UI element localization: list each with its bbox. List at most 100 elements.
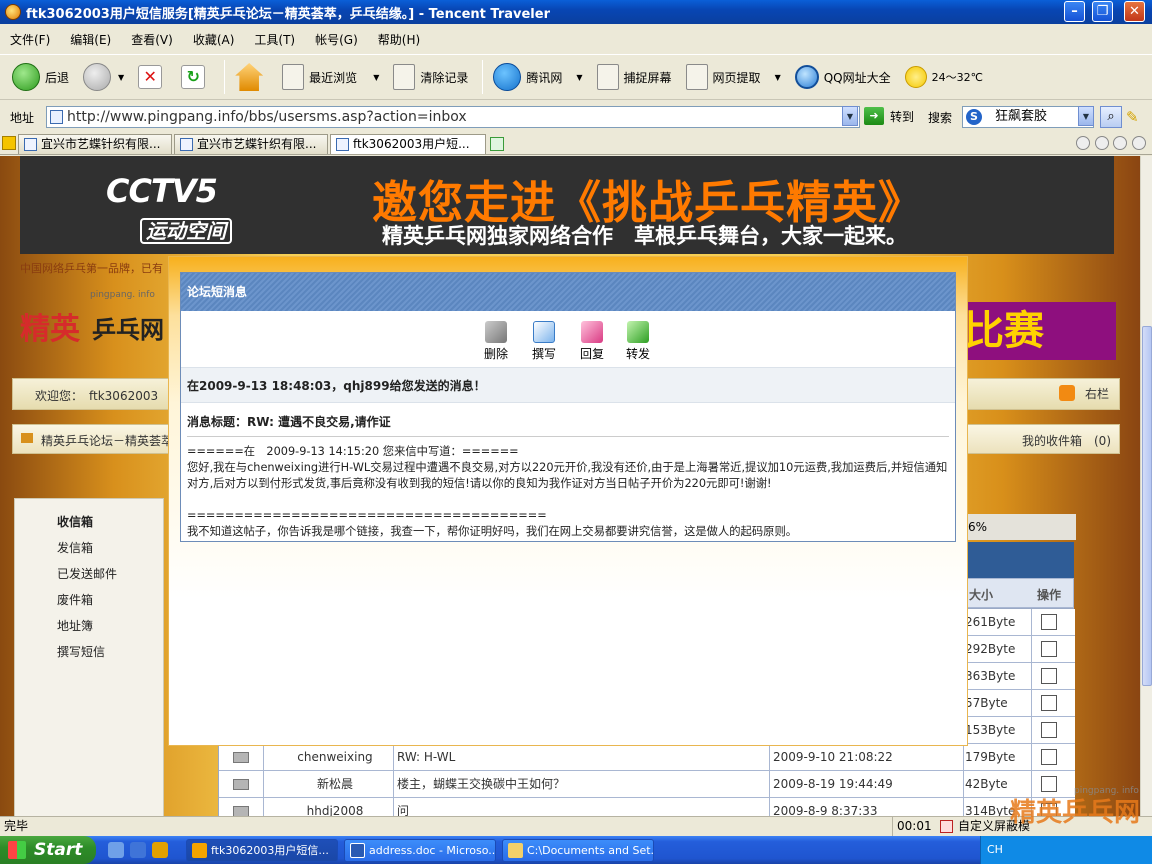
chevron-down-icon[interactable]: ▼ [775, 73, 781, 82]
tencent-button[interactable]: 腾讯网 ▼ [493, 63, 583, 91]
word-icon [350, 843, 365, 858]
taskbar-item-explorer[interactable]: C:\Documents and Set... [502, 839, 654, 862]
quicklaunch-desktop-icon[interactable] [108, 842, 124, 858]
weather-widget[interactable]: 24～32℃ [904, 66, 983, 88]
menu-tools[interactable]: 工具(T) [254, 31, 295, 48]
table-row[interactable]: 新松晨 楼主，蝴蝶王交换碳中王如何？ 2009-8-19 19:44:49 42… [219, 771, 1075, 798]
address-url: http://www.pingpang.info/bbs/usersms.asp… [67, 109, 467, 125]
right-column-link[interactable]: 右栏 [1085, 385, 1109, 402]
menu-favorites[interactable]: 收藏(A) [193, 31, 235, 48]
start-button[interactable]: Start [0, 836, 96, 864]
table-row[interactable]: chenweixing RW: H-WL 2009-9-10 21:08:22 … [219, 744, 1075, 771]
close-tab-icon[interactable]: ✕ [485, 137, 486, 151]
taskbar-item-browser[interactable]: ftk3062003用户短信... [186, 839, 338, 862]
sidebar-item-compose[interactable]: 撰写短信 [57, 643, 105, 660]
back-button[interactable]: 后退 [12, 63, 69, 91]
tab-back-icon[interactable] [1094, 136, 1109, 150]
message-sender-info: 在2009-9-13 18:48:03，qhj899给您发送的消息！ [181, 367, 955, 403]
search-dropdown[interactable]: ▼ [1078, 106, 1094, 126]
row-checkbox[interactable] [1041, 722, 1057, 738]
new-tab-icon[interactable] [490, 137, 504, 151]
row-subject[interactable]: RW: H-WL [397, 744, 767, 771]
row-checkbox[interactable] [1041, 614, 1057, 630]
row-checkbox[interactable] [1041, 749, 1057, 765]
menu-account[interactable]: 帐号(G) [315, 31, 358, 48]
qq-sites-label: QQ网址大全 [823, 70, 891, 85]
sidebar-item-outbox[interactable]: 发信箱 [57, 539, 93, 556]
menu-view[interactable]: 查看(V) [131, 31, 173, 48]
row-checkbox[interactable] [1041, 776, 1057, 792]
sms-sidebar: 收信箱 发信箱 已发送邮件 废件箱 地址簿 撰写短信 [14, 498, 164, 816]
menu-edit[interactable]: 编辑(E) [70, 31, 111, 48]
compose-button[interactable]: 撰写 [527, 321, 561, 362]
message-quote-footer: ====================================== [187, 509, 547, 522]
row-checkbox[interactable] [1041, 695, 1057, 711]
page-scrollbar[interactable] [1140, 156, 1152, 816]
capture-button[interactable]: 捕捉屏幕 [596, 64, 672, 90]
sidebar-item-trash[interactable]: 废件箱 [57, 591, 93, 608]
sidebar-item-sent[interactable]: 已发送邮件 [57, 565, 117, 582]
taskbar-item-word[interactable]: address.doc - Microso... [344, 839, 496, 862]
clear-label: 清除记录 [420, 70, 469, 85]
row-subject[interactable]: 问 [397, 798, 767, 816]
close-button[interactable]: ✕ [1124, 1, 1145, 22]
breadcrumb-link[interactable]: 精英乒乓论坛－精英荟萃 [41, 432, 173, 449]
recent-button[interactable]: 最近浏览 ▼ [282, 64, 379, 90]
banner-ad[interactable]: CCTV5 运动空间 邀您走进《挑战乒乓精英》 精英乒乓网独家网络合作 草根乒乓… [20, 156, 1114, 254]
row-checkbox[interactable] [1041, 641, 1057, 657]
menu-file[interactable]: 文件(F) [10, 31, 50, 48]
chevron-down-icon[interactable]: ▼ [373, 73, 379, 82]
home-button[interactable] [235, 63, 268, 91]
sidebar-item-addressbook[interactable]: 地址簿 [57, 617, 93, 634]
site-logo[interactable]: pingpang. info 精英 乒乓网 [20, 290, 166, 356]
minimize-button[interactable]: – [1064, 1, 1085, 22]
row-sender[interactable]: chenweixing [275, 744, 395, 771]
column-divider [1031, 609, 1032, 816]
go-button[interactable]: ➜ 转到 [864, 107, 914, 125]
row-subject[interactable]: 楼主，蝴蝶王交换碳中王如何？ [397, 771, 767, 798]
refresh-button[interactable]: ↻ [181, 65, 210, 89]
tab-1[interactable]: 宜兴市艺蝶针织有限... [18, 134, 172, 154]
menu-help[interactable]: 帮助(H) [378, 31, 420, 48]
my-inbox-link[interactable]: 我的收件箱 (0) [1022, 432, 1111, 449]
tab-label: ftk3062003用户短... [353, 137, 470, 151]
chevron-down-icon[interactable]: ▼ [576, 73, 582, 82]
tab-forward-icon[interactable] [1113, 136, 1128, 150]
row-sender[interactable]: 新松晨 [275, 771, 395, 798]
table-row[interactable]: hhdj2008 问 2009-8-9 8:37:33 314Byte [219, 798, 1075, 816]
reply-button[interactable]: 回复 [575, 321, 609, 362]
rss-icon[interactable] [1059, 385, 1075, 401]
stop-button[interactable]: ✕ [138, 65, 167, 89]
maximize-button[interactable]: ❐ [1092, 1, 1113, 22]
forward-button[interactable]: 转发 [621, 321, 655, 362]
tab-3-active[interactable]: ftk3062003用户短... ✕ [330, 134, 486, 154]
tab-list-icon[interactable] [1076, 136, 1090, 150]
tab-close-icon[interactable] [1131, 136, 1146, 150]
row-sender[interactable]: hhdj2008 [275, 798, 395, 816]
delete-button[interactable]: 删除 [479, 321, 513, 362]
address-dropdown[interactable]: ▼ [842, 106, 858, 126]
quicklaunch-browser-icon[interactable] [152, 842, 168, 858]
extract-button[interactable]: 网页提取 ▼ [685, 64, 781, 90]
favorites-icon[interactable] [2, 136, 16, 150]
language-indicator[interactable]: CH [987, 843, 1003, 856]
search-icon[interactable]: ⌕ [1100, 106, 1122, 128]
qq-sites-button[interactable]: QQ网址大全 [794, 65, 891, 89]
row-checkbox[interactable] [1041, 668, 1057, 684]
logo-domain: pingpang. info [90, 290, 155, 300]
search-engine-icon[interactable]: S [966, 109, 982, 125]
quicklaunch-ie-icon[interactable] [130, 842, 146, 858]
site-tagline: 中国网络乒乓第一品牌，已有 [20, 262, 163, 275]
chevron-down-icon[interactable]: ▼ [118, 73, 124, 82]
promo-banner[interactable]: 比赛 [950, 302, 1116, 360]
logo-text-2: 乒乓网 [92, 316, 164, 344]
pencil-icon[interactable]: ✎ [1126, 108, 1144, 126]
address-input[interactable]: http://www.pingpang.info/bbs/usersms.asp… [46, 106, 860, 128]
reply-icon [581, 321, 603, 343]
search-input[interactable]: S 狂飙套胶 [962, 106, 1094, 128]
clear-history-button[interactable]: 清除记录 [393, 64, 468, 90]
forward-button[interactable]: ▼ [83, 63, 124, 91]
scrollbar-thumb[interactable] [1142, 326, 1152, 686]
tab-2[interactable]: 宜兴市艺蝶针织有限... [174, 134, 328, 154]
sidebar-item-inbox[interactable]: 收信箱 [57, 513, 93, 530]
